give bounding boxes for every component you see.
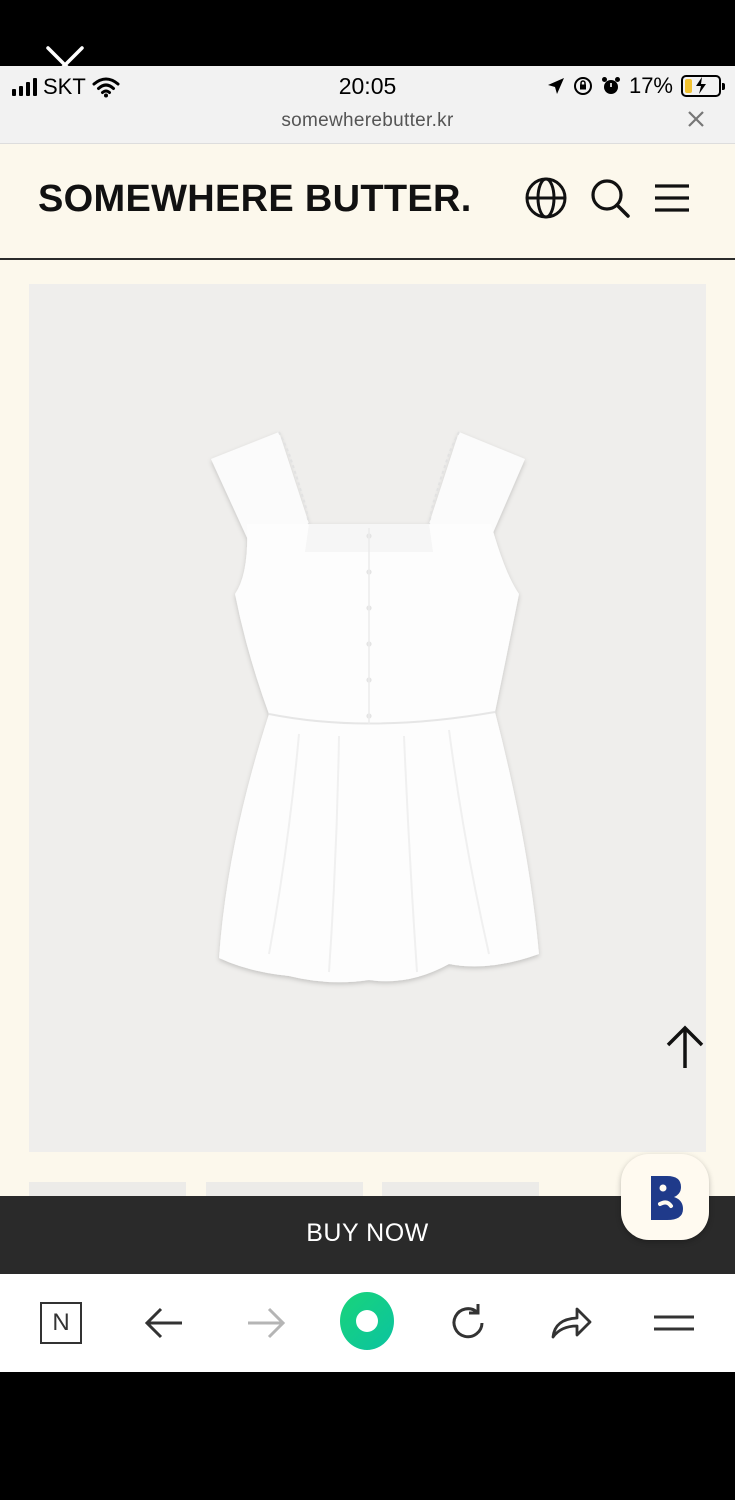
battery-percent: 17% <box>628 73 673 98</box>
forward-button[interactable] <box>239 1296 293 1350</box>
browser-toolbar: N <box>0 1274 735 1372</box>
status-bar: SKT 20:05 17% <box>0 66 735 106</box>
rotation-lock-icon <box>573 77 592 95</box>
white-dress-image <box>211 431 539 983</box>
site-header: SOMEWHERE BUTTER. <box>0 144 735 260</box>
chat-button[interactable] <box>621 1154 709 1240</box>
brand-logo[interactable]: SOMEWHERE BUTTER. <box>38 178 472 221</box>
close-icon[interactable] <box>687 110 705 128</box>
product-image[interactable] <box>29 284 706 1152</box>
alarm-icon <box>601 77 620 94</box>
refresh-button[interactable] <box>441 1296 495 1350</box>
forward-arrow-icon <box>248 1307 286 1339</box>
home-indicator-area <box>0 1372 735 1500</box>
share-button[interactable] <box>544 1296 598 1350</box>
location-icon <box>547 78 564 94</box>
menu-icon[interactable] <box>650 176 694 220</box>
url-text[interactable]: somewherebutter.kr <box>0 110 735 132</box>
b-logo-icon <box>651 1176 683 1220</box>
back-button[interactable] <box>137 1296 191 1350</box>
naver-home-button[interactable]: N <box>34 1296 88 1350</box>
refresh-icon <box>452 1304 484 1339</box>
battery-icon <box>681 75 725 97</box>
url-bar[interactable]: somewherebutter.kr <box>0 106 735 144</box>
green-circle-icon <box>340 1292 394 1350</box>
menu-icon <box>654 1315 694 1331</box>
green-dot-button[interactable] <box>340 1292 394 1350</box>
app-screen: SKT 20:05 17% somewherebutter.kr SOMEWHE… <box>0 0 735 1500</box>
globe-icon[interactable] <box>524 176 568 220</box>
share-icon <box>551 1307 592 1339</box>
web-page: SOMEWHERE BUTTER. <box>0 144 735 1274</box>
status-right: 17% <box>547 73 725 99</box>
back-arrow-icon <box>144 1307 182 1339</box>
menu-button[interactable] <box>647 1296 701 1350</box>
arrow-up-icon[interactable] <box>663 1024 707 1072</box>
search-icon[interactable] <box>588 176 632 220</box>
naver-n-icon: N <box>40 1302 82 1344</box>
